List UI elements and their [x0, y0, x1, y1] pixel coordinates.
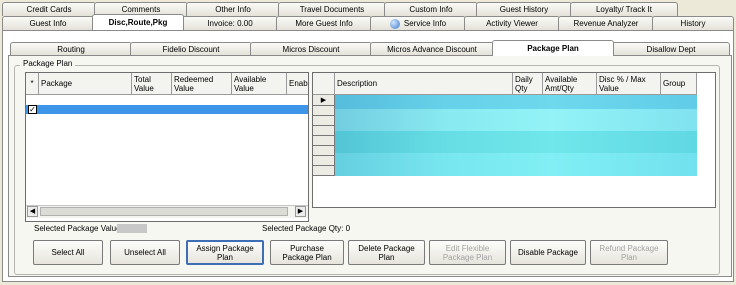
col-header-description[interactable]: Description — [335, 73, 513, 95]
group-title: Package Plan — [20, 59, 76, 68]
scroll-thumb[interactable] — [40, 207, 288, 216]
tab-guest-history[interactable]: Guest History — [476, 2, 572, 16]
row-checkbox[interactable]: ✓ — [28, 105, 37, 114]
row-indicator[interactable] — [313, 136, 335, 146]
refund-package-plan-button[interactable]: Refund Package Plan — [590, 240, 668, 265]
scroll-right-icon[interactable]: ▶ — [295, 206, 306, 217]
delete-package-plan-button[interactable]: Delete Package Plan — [348, 240, 425, 265]
selected-package-value-label: Selected Package Value: — [34, 224, 123, 233]
detail-row[interactable] — [335, 109, 697, 131]
col-header-star[interactable]: * — [26, 73, 39, 95]
subtab-micros-discount[interactable]: Micros Discount — [250, 42, 372, 55]
col-header-redeemed-value[interactable]: Redeemed Value — [172, 73, 232, 95]
row-indicator[interactable] — [313, 166, 335, 176]
col-header-daily-qty[interactable]: Daily Qty — [513, 73, 543, 95]
tab-travel-documents[interactable]: Travel Documents — [278, 2, 386, 16]
row-indicator[interactable] — [313, 146, 335, 156]
detail-row[interactable] — [335, 131, 697, 153]
tab-loyalty-track-it[interactable]: Loyalty/ Track It — [570, 2, 678, 16]
subtab-disallow-dept[interactable]: Disallow Dept — [612, 42, 730, 55]
assign-package-plan-button[interactable]: Assign Package Plan — [186, 240, 264, 265]
col-header-available-amt-qty[interactable]: Available Amt/Qty — [543, 73, 597, 95]
tab-custom-info[interactable]: Custom Info — [384, 2, 478, 16]
col-header-total-value[interactable]: Total Value — [132, 73, 172, 95]
scroll-left-icon[interactable]: ◀ — [27, 206, 38, 217]
col-header-disc-max-value[interactable]: Disc % / Max Value — [597, 73, 661, 95]
tab-other-info[interactable]: Other Info — [186, 2, 280, 16]
row-indicator[interactable] — [313, 126, 335, 136]
package-detail-grid[interactable]: Description Daily Qty Available Amt/Qty … — [312, 72, 716, 208]
subtab-micros-advance-discount[interactable]: Micros Advance Discount — [370, 42, 494, 55]
tab-revenue-analyzer[interactable]: Revenue Analyzer — [558, 16, 654, 30]
disable-package-button[interactable]: Disable Package — [510, 240, 586, 265]
selected-package-value-box — [117, 224, 147, 233]
package-grid[interactable]: * Package Total Value Redeemed Value Ava… — [25, 72, 309, 222]
service-info-icon — [389, 18, 400, 29]
tab-service-info-label: Service Info — [403, 19, 447, 28]
row-indicator[interactable] — [313, 156, 335, 166]
detail-row-selected[interactable] — [335, 95, 697, 109]
selected-package-qty-label: Selected Package Qty: 0 — [262, 224, 351, 233]
col-header-group[interactable]: Group — [661, 73, 697, 95]
edit-flexible-package-plan-button[interactable]: Edit Flexible Package Plan — [429, 240, 506, 265]
subtab-fidelio-discount[interactable]: Fidelio Discount — [130, 42, 252, 55]
col-header-enable[interactable]: Enable — [287, 73, 308, 95]
tab-credit-cards[interactable]: Credit Cards — [2, 2, 96, 16]
subtab-routing[interactable]: Routing — [10, 42, 132, 55]
tab-service-info[interactable]: Service Info — [370, 16, 466, 30]
tab-disc-route-pkg[interactable]: Disc,Route,Pkg — [92, 14, 184, 30]
tab-activity-viewer[interactable]: Activity Viewer — [464, 16, 560, 30]
col-header-available-value[interactable]: Available Value — [232, 73, 287, 95]
detail-row[interactable] — [335, 153, 697, 176]
subtab-package-plan[interactable]: Package Plan — [492, 40, 614, 56]
selected-package-row[interactable] — [26, 105, 308, 114]
row-indicator[interactable] — [313, 116, 335, 126]
current-row-indicator[interactable]: ▶ — [313, 95, 335, 106]
purchase-package-plan-button[interactable]: Purchase Package Plan — [270, 240, 344, 265]
select-all-button[interactable]: Select All — [33, 240, 103, 265]
col-header-package[interactable]: Package — [39, 73, 132, 95]
col-header-row-indicator — [313, 73, 335, 95]
tab-history[interactable]: History — [652, 16, 734, 30]
tab-invoice[interactable]: Invoice: 0.00 — [182, 16, 278, 30]
row-indicator[interactable] — [313, 106, 335, 116]
tab-guest-info[interactable]: Guest Info — [2, 16, 94, 30]
tab-more-guest-info[interactable]: More Guest Info — [276, 16, 372, 30]
unselect-all-button[interactable]: Unselect All — [110, 240, 180, 265]
